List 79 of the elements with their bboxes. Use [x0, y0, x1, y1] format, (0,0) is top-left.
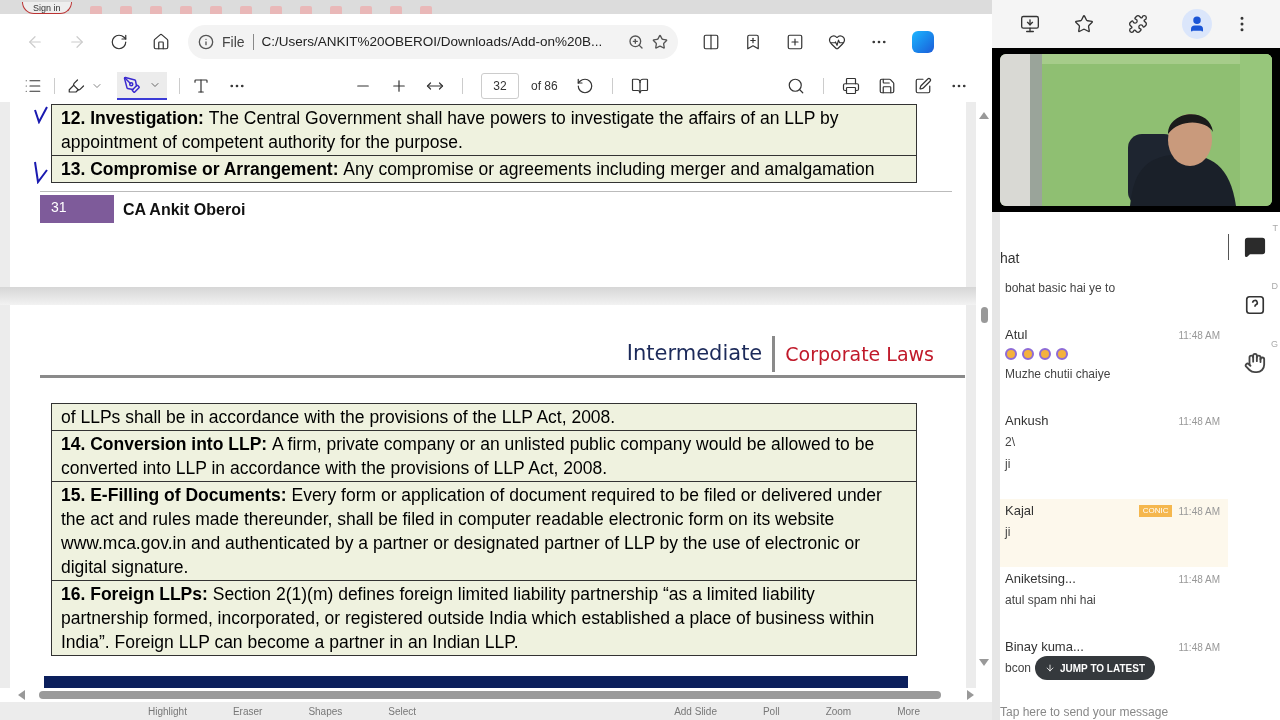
profile-icon[interactable]: [1182, 9, 1212, 39]
message-text: atul spam nhi hai: [1005, 592, 1096, 609]
message-text: bohat basic hai ye to: [1005, 280, 1116, 297]
horizontal-scrollbar[interactable]: [0, 688, 992, 702]
subject-title: Corporate Laws: [784, 341, 934, 367]
sign-in-button[interactable]: Sign in: [22, 2, 72, 14]
message-text: bcon: [1005, 660, 1032, 677]
draw-tool-button[interactable]: [117, 72, 167, 100]
section-text: of LLPs shall be in accordance with the provisions of the LLP Act, 2008.: [61, 406, 617, 429]
side-tab-letter: G: [1271, 338, 1278, 351]
section-text: 12. Investigation: The Central Government shall have powers to investigate the affairs of an LLP by appointment of competent authority for the purpose.: [61, 107, 840, 154]
whiteboard-tool[interactable]: Poll: [762, 703, 780, 719]
search-icon[interactable]: [787, 77, 805, 95]
section-text: 13. Compromise or Arrangement: Any compromise or agreements including merger and amalgamation: [61, 158, 876, 181]
message-text: 2\: [1005, 434, 1015, 451]
check-mark-drawing: [34, 106, 48, 124]
whiteboard-tool[interactable]: More: [897, 703, 920, 719]
message-time: 11:48 AM: [1178, 572, 1220, 587]
page-number-field[interactable]: 32: [481, 73, 519, 99]
side-tab-letter: T: [1272, 222, 1278, 235]
url-text: C:/Users/ANKIT%20OBEROI/Downloads/Add-on%20B...: [261, 32, 603, 51]
address-bar[interactable]: File C:/Users/ANKIT%20OBEROI/Downloads/Add-on%20B...: [188, 25, 678, 59]
save-as-icon[interactable]: [914, 77, 932, 95]
help-icon[interactable]: [1243, 294, 1266, 316]
refresh-icon[interactable]: [110, 33, 128, 51]
whiteboard-tool[interactable]: Add Slide: [674, 703, 717, 719]
message-text: ji: [1005, 456, 1011, 473]
jump-to-latest-button[interactable]: JUMP TO LATEST: [1035, 656, 1155, 680]
collections-icon[interactable]: [786, 33, 804, 51]
whiteboard-tool[interactable]: Select: [388, 703, 417, 719]
whiteboard-tool[interactable]: Highlight: [148, 703, 187, 719]
home-icon[interactable]: [152, 33, 170, 51]
author-name: CA Ankit Oberoi: [123, 200, 246, 220]
split-screen-icon[interactable]: [702, 33, 720, 51]
bookmark-icon[interactable]: [1074, 14, 1094, 34]
page-number-badge: 31: [40, 195, 114, 223]
page-count: of 86: [531, 78, 558, 95]
sender-name: Atul: [1005, 326, 1028, 345]
chat-icon[interactable]: [1243, 236, 1266, 258]
text-icon[interactable]: [192, 77, 210, 95]
favorite-icon[interactable]: [652, 34, 668, 50]
arrow-down-icon: [1045, 663, 1055, 673]
whiteboard-tool[interactable]: Zoom: [825, 703, 852, 719]
message-text: Muzhe chutii chaiye: [1005, 366, 1111, 383]
favorites-icon[interactable]: [744, 33, 762, 51]
copilot-icon[interactable]: [912, 31, 934, 53]
pen-icon: [123, 76, 141, 94]
message-time: 11:48 AM: [1178, 640, 1220, 655]
file-label: File: [222, 32, 245, 52]
sender-name: Aniketsing...: [1005, 570, 1076, 589]
message-time: 11:48 AM: [1178, 414, 1220, 429]
message-time: 11:48 AM: [1178, 328, 1220, 343]
rotate-icon[interactable]: [575, 77, 594, 95]
print-icon[interactable]: [842, 77, 860, 95]
install-app-icon[interactable]: [1020, 14, 1040, 34]
member-badge: CONIC: [1138, 505, 1173, 517]
raise-hand-icon[interactable]: [1243, 352, 1266, 374]
message-time: 11:48 AM: [1178, 504, 1220, 519]
section-text: 15. E-Filling of Documents: Every form or application of document required to be filed or delivered under the act and rules made thereunder, shall be filed in computer readable electronic form on its website www.mca.gov.in and authenticated by a partner or designated partner of LLP by the use of electronic or digital signature.: [61, 484, 883, 579]
whiteboard-tool[interactable]: Shapes: [308, 703, 343, 719]
page-view-icon[interactable]: [630, 77, 649, 95]
whiteboard-tool[interactable]: Eraser: [232, 703, 263, 719]
sender-name: Binay kuma...: [1005, 638, 1084, 657]
section-text: 16. Foreign LLPs: Section 2(1)(m) defines foreign limited liability partnership “as a limited liability partnership formed, incorporated, or registered outside India which established a place of business within India”. Foreign LLP can become a partner in an Indian LLP.: [61, 583, 876, 654]
sender-name: Kajal: [1005, 502, 1034, 521]
save-icon[interactable]: [878, 77, 896, 95]
info-icon[interactable]: [198, 34, 214, 50]
sender-name: Ankush: [1005, 412, 1049, 431]
message-text: ji: [1005, 524, 1011, 541]
zoom-in-icon[interactable]: [390, 77, 408, 95]
extensions-icon[interactable]: [1128, 14, 1148, 34]
highlight-icon[interactable]: [67, 77, 85, 95]
chat-title: hat: [1000, 249, 1021, 268]
contents-icon[interactable]: [24, 77, 42, 95]
health-icon[interactable]: [828, 33, 846, 51]
zoom-icon[interactable]: [628, 34, 644, 50]
course-title: Intermediate: [626, 340, 764, 368]
side-tab-letter: D: [1271, 280, 1278, 293]
section-text: 14. Conversion into LLP: A firm, private company or an unlisted public company would be allowed to be converted into LLP in accordance with the provisions of LLP Act, 2008.: [61, 433, 876, 480]
